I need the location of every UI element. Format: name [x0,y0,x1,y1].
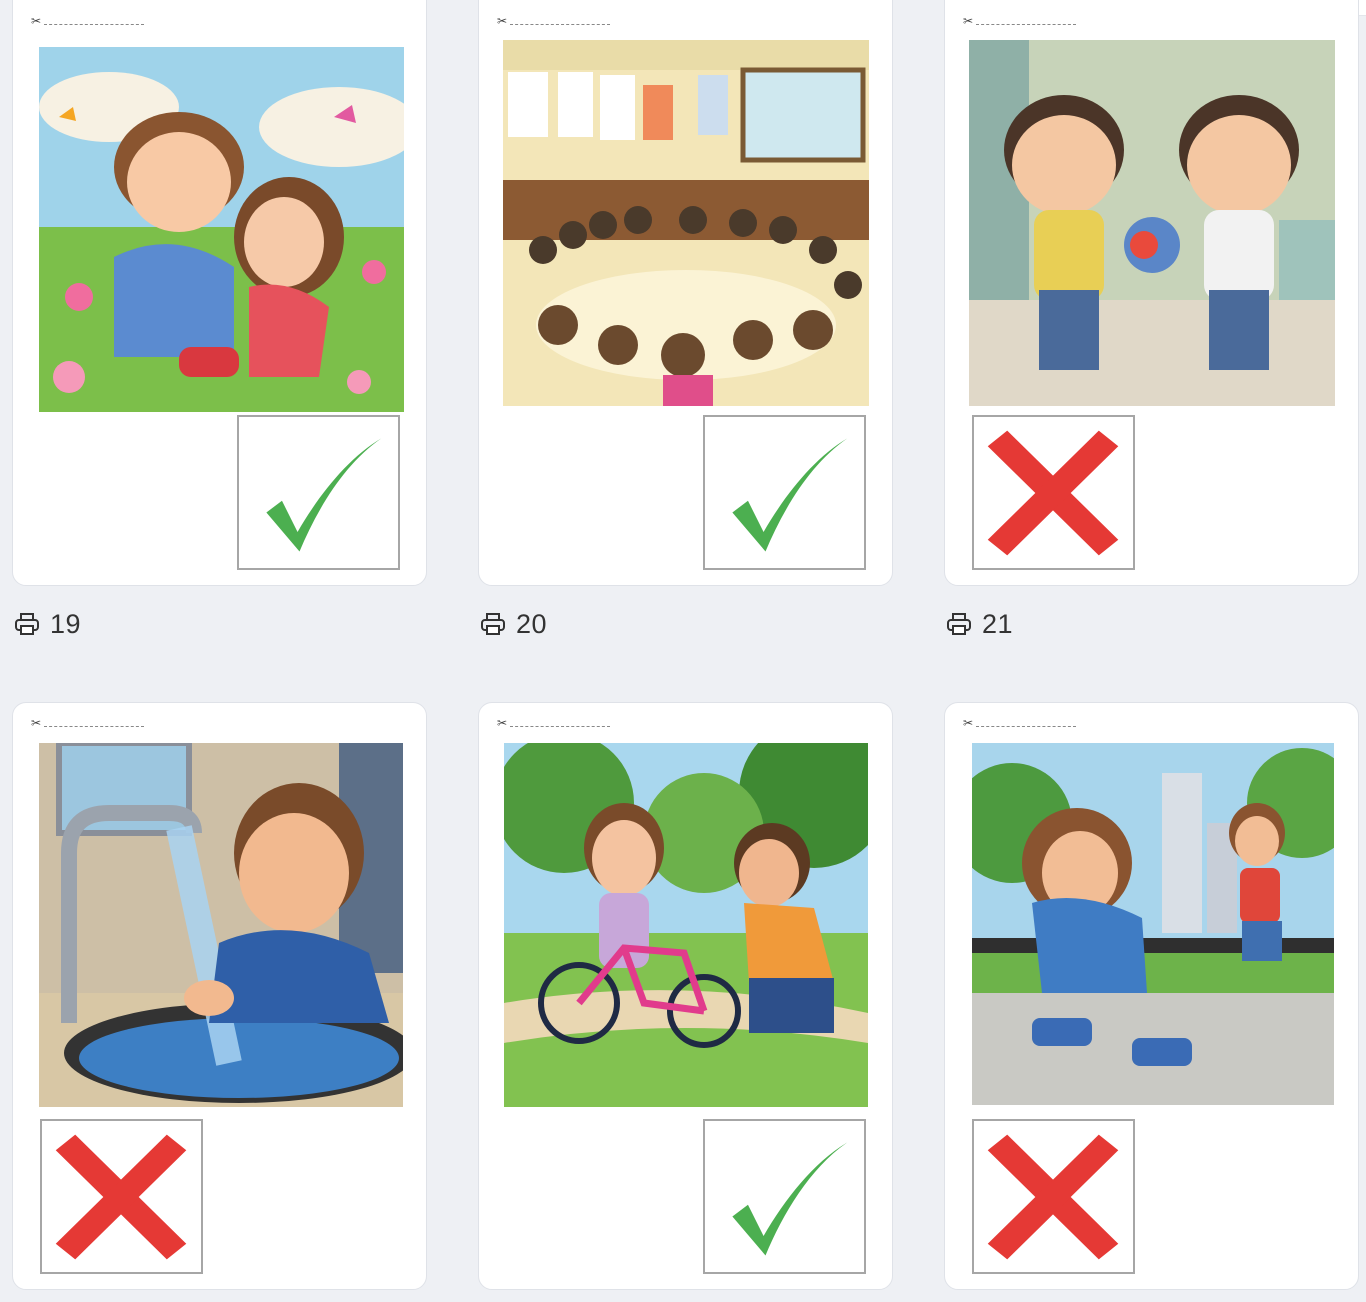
check-icon [266,438,382,552]
card-number: 19 [50,608,82,639]
card-illustration [969,40,1335,406]
card-illustration [504,743,868,1107]
flashcard-19: ✂ [12,0,427,586]
card-illustration [39,47,404,412]
scissors-icon: ✂ [497,716,508,730]
print-button-19[interactable]: 19 [14,609,81,639]
card-number: 21 [982,608,1014,639]
flashcard-20: ✂ [478,0,893,586]
flashcard-23: ✂ [478,702,893,1290]
answer-cross-box [40,1119,203,1274]
cross-icon [987,1134,1119,1260]
card-illustration [503,40,869,406]
cross-icon [987,430,1119,556]
flashcard-21: ✂ [944,0,1359,586]
answer-cross-box [972,415,1135,570]
flashcard-22: ✂ [12,702,427,1290]
scissors-icon: ✂ [31,14,42,28]
printer-icon [947,613,971,635]
printer-icon [15,613,39,635]
card-illustration [39,743,403,1107]
print-button-20[interactable]: 20 [480,609,547,639]
printer-icon [481,613,505,635]
answer-cross-box [972,1119,1135,1274]
scissors-icon: ✂ [31,716,42,730]
scissors-icon: ✂ [963,716,974,730]
card-number: 20 [516,608,548,639]
scissors-icon: ✂ [963,14,974,28]
cut-line: ✂ [31,716,146,733]
answer-check-box [703,1119,866,1274]
print-button-21[interactable]: 21 [946,609,1013,639]
cut-line: ✂ [497,14,612,31]
cross-icon [55,1134,187,1260]
cut-line: ✂ [31,14,146,31]
cut-line: ✂ [963,716,1078,733]
scissors-icon: ✂ [497,14,508,28]
answer-check-box [703,415,866,570]
answer-check-box [237,415,400,570]
flashcard-24: ✂ [944,702,1359,1290]
check-icon [732,438,848,552]
cut-line: ✂ [497,716,612,733]
check-icon [732,1142,848,1256]
card-illustration [972,743,1334,1105]
cut-line: ✂ [963,14,1078,31]
